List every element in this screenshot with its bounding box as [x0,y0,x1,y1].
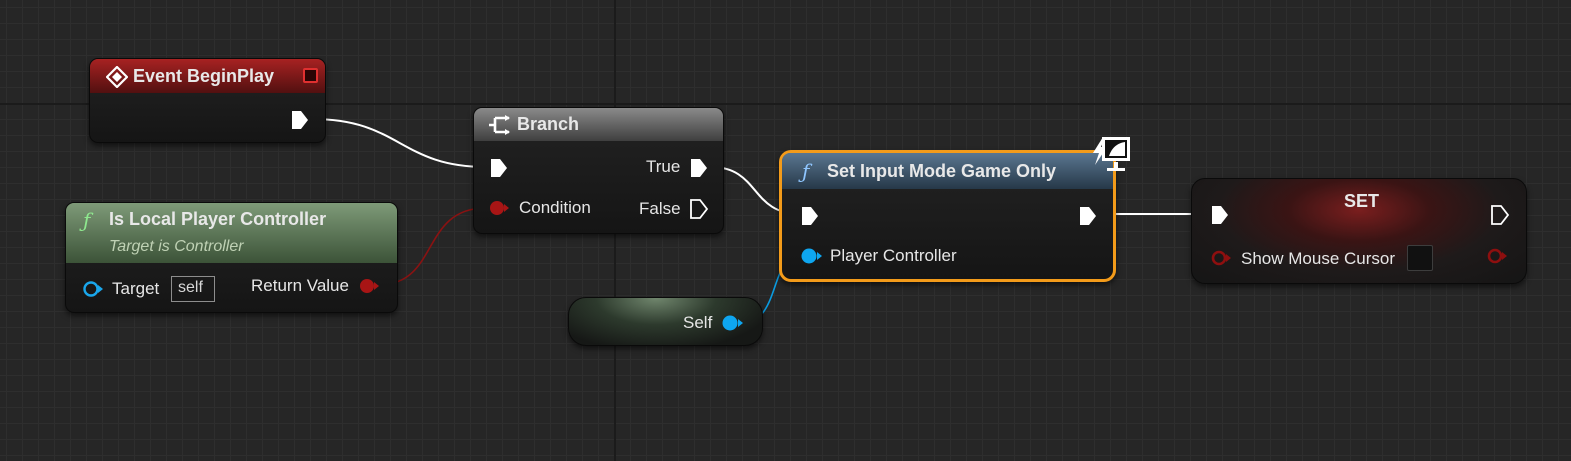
node-title: Is Local Player Controller [109,209,327,229]
show-mouse-cursor-label: Show Mouse Cursor [1241,249,1396,268]
player-controller-input-pin[interactable] [800,247,824,265]
node-header: ƒ Is Local Player Controller Target is C… [66,203,397,263]
node-title: Set Input Mode Game Only [827,161,1057,181]
exec-in-pin[interactable] [1210,204,1230,226]
true-exec-out-pin[interactable] [689,157,709,179]
show-mouse-cursor-checkbox[interactable] [1407,245,1433,271]
show-mouse-cursor-output-pin[interactable] [1486,247,1508,265]
condition-input-pin[interactable] [488,199,510,217]
node-title: Event BeginPlay [133,66,275,86]
target-input-pin[interactable] [82,280,104,298]
exec-out-pin[interactable] [1490,204,1510,226]
blueprint-graph[interactable]: Event BeginPlay ƒ Is Local Player Contro… [0,0,1571,461]
node-header: ƒ Set Input Mode Game Only [782,153,1113,189]
false-label: False [639,199,681,218]
function-icon: ƒ [83,208,91,232]
function-icon: ƒ [802,159,810,183]
exec-in-pin[interactable] [489,157,509,179]
set-input-mode-game-only-node[interactable]: ƒ Set Input Mode Game Only Player Contro… [779,150,1116,282]
show-mouse-cursor-input-pin[interactable] [1210,249,1232,267]
exec-wire-beginplay-to-branch [311,118,487,168]
return-value-output-pin[interactable] [358,277,380,295]
target-label: Target [112,279,160,298]
is-local-player-controller-node[interactable]: ƒ Is Local Player Controller Target is C… [65,202,398,313]
branch-node[interactable]: Branch Condition True False [473,107,724,234]
node-title: SET [1344,191,1380,211]
exec-out-pin[interactable] [1078,205,1098,227]
exec-in-pin[interactable] [800,205,820,227]
branch-icon [489,115,510,135]
node-subtitle: Target is Controller [109,238,244,255]
node-header: Event BeginPlay [90,59,325,93]
target-default-value: self [178,279,203,296]
self-label: Self [683,313,713,332]
set-variable-node[interactable]: SET Show Mouse Cursor [1191,178,1527,284]
condition-label: Condition [519,198,591,217]
self-output-pin[interactable] [721,314,745,332]
event-diamond-icon [106,66,128,88]
true-label: True [646,157,681,176]
exec-out-pin[interactable] [290,109,310,131]
target-default-field[interactable]: self [171,276,215,302]
client-only-monitor-icon [1093,137,1130,171]
delegate-pin-icon[interactable] [303,68,318,83]
return-value-label: Return Value [251,276,349,295]
false-exec-out-pin[interactable] [689,198,709,220]
node-title: Branch [517,114,580,134]
node-header: Branch [474,108,723,141]
player-controller-label: Player Controller [830,246,957,265]
self-node[interactable]: Self [568,297,763,346]
event-beginplay-node[interactable]: Event BeginPlay [89,58,326,143]
